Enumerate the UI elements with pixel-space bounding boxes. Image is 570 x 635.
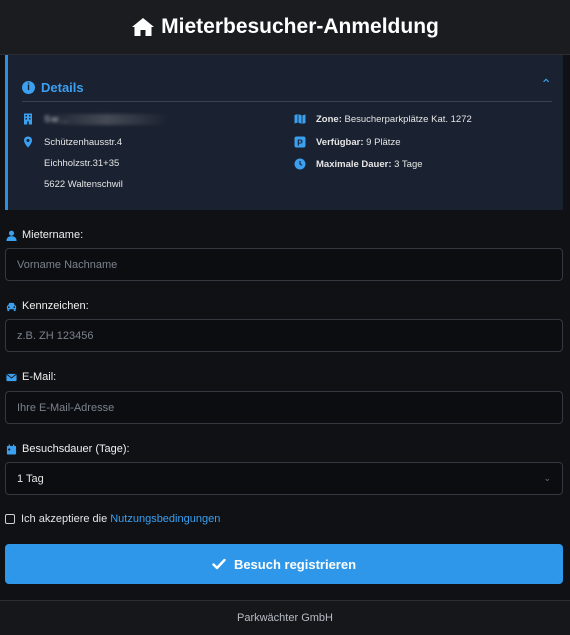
chevron-up-icon[interactable]: ⌃ <box>540 76 552 93</box>
duration-label: Besuchsdauer (Tage): <box>22 443 130 455</box>
location-pin-icon <box>24 136 32 148</box>
tenant-label: Mietername: <box>22 229 84 241</box>
zone-value: Besucherparkplätze Kat. 1272 <box>344 113 472 125</box>
envelope-icon <box>6 373 17 381</box>
building-icon <box>24 113 32 125</box>
clock-icon <box>294 158 306 170</box>
car-icon <box>6 302 17 311</box>
address-line-2: Eichholzstr.31+35 <box>44 158 120 169</box>
svg-text:P: P <box>297 137 303 147</box>
details-header[interactable]: i Details ⌃ <box>22 73 552 102</box>
email-label-wrap: E-Mail: <box>6 371 56 383</box>
submit-button[interactable]: Besuch registrieren <box>5 544 563 584</box>
available-label: Verfügbar: <box>316 136 364 148</box>
address-line-1: Schützenhausstr.4 <box>44 136 123 148</box>
terms-checkbox[interactable] <box>5 514 15 524</box>
footer-text: Parkwächter GmbH <box>237 612 333 624</box>
tenant-name-input[interactable] <box>5 248 563 281</box>
details-title: Details <box>41 79 84 95</box>
building-name: Sw… <box>44 113 169 125</box>
parking-icon: P <box>294 136 306 148</box>
plate-label-wrap: Kennzeichen: <box>6 300 89 312</box>
page-title: Mieterbesucher-Anmeldung <box>161 15 439 38</box>
submit-label: Besuch registrieren <box>233 556 357 572</box>
address-line-3: 5622 Waltenschwil <box>44 179 123 190</box>
info-icon: i <box>22 80 35 94</box>
zone-label: Zone: <box>316 113 342 125</box>
email-label: E-Mail: <box>22 371 57 383</box>
map-icon <box>294 114 306 124</box>
zone-row: Zone: Besucherparkplätze Kat. 1272 <box>294 113 472 125</box>
details-panel: i Details ⌃ Sw… Schützenhausstr.4 Eichho… <box>5 55 563 210</box>
duration-label-wrap: Besuchsdauer (Tage): <box>6 443 130 455</box>
max-duration-row: Maximale Dauer: 3 Tage <box>294 158 423 170</box>
tenant-label-wrap: Mietername: <box>6 229 83 241</box>
terms-link[interactable]: Nutzungsbedingungen <box>110 513 220 525</box>
app-header: Mieterbesucher-Anmeldung <box>0 0 570 55</box>
footer: Parkwächter GmbH <box>0 600 570 635</box>
terms-text: Ich akzeptiere die <box>21 513 108 525</box>
available-row: P Verfügbar: 9 Plätze <box>294 136 400 148</box>
terms-row: Ich akzeptiere die Nutzungsbedingungen <box>5 513 220 525</box>
chevron-down-icon: ⌄ <box>543 473 551 483</box>
address-row: Schützenhausstr.4 <box>22 136 122 148</box>
license-plate-input[interactable] <box>5 319 563 352</box>
page-title-wrap: Mieterbesucher-Anmeldung <box>131 15 439 39</box>
plate-label: Kennzeichen: <box>22 300 89 312</box>
duration-select[interactable]: 1 Tag ⌄ <box>5 462 563 495</box>
max-duration-label: Maximale Dauer: <box>316 158 392 170</box>
duration-selected: 1 Tag <box>17 472 44 485</box>
check-icon <box>212 558 226 570</box>
user-icon <box>6 230 17 241</box>
building-row: Sw… <box>22 113 169 125</box>
available-value: 9 Plätze <box>366 136 401 148</box>
max-duration-value: 3 Tage <box>394 158 423 170</box>
calendar-icon <box>6 443 17 455</box>
email-input[interactable] <box>5 391 563 424</box>
address-line-2-row: Eichholzstr.31+35 <box>44 158 119 169</box>
address-line-3-row: 5622 Waltenschwil <box>44 179 123 190</box>
home-icon <box>132 18 155 36</box>
